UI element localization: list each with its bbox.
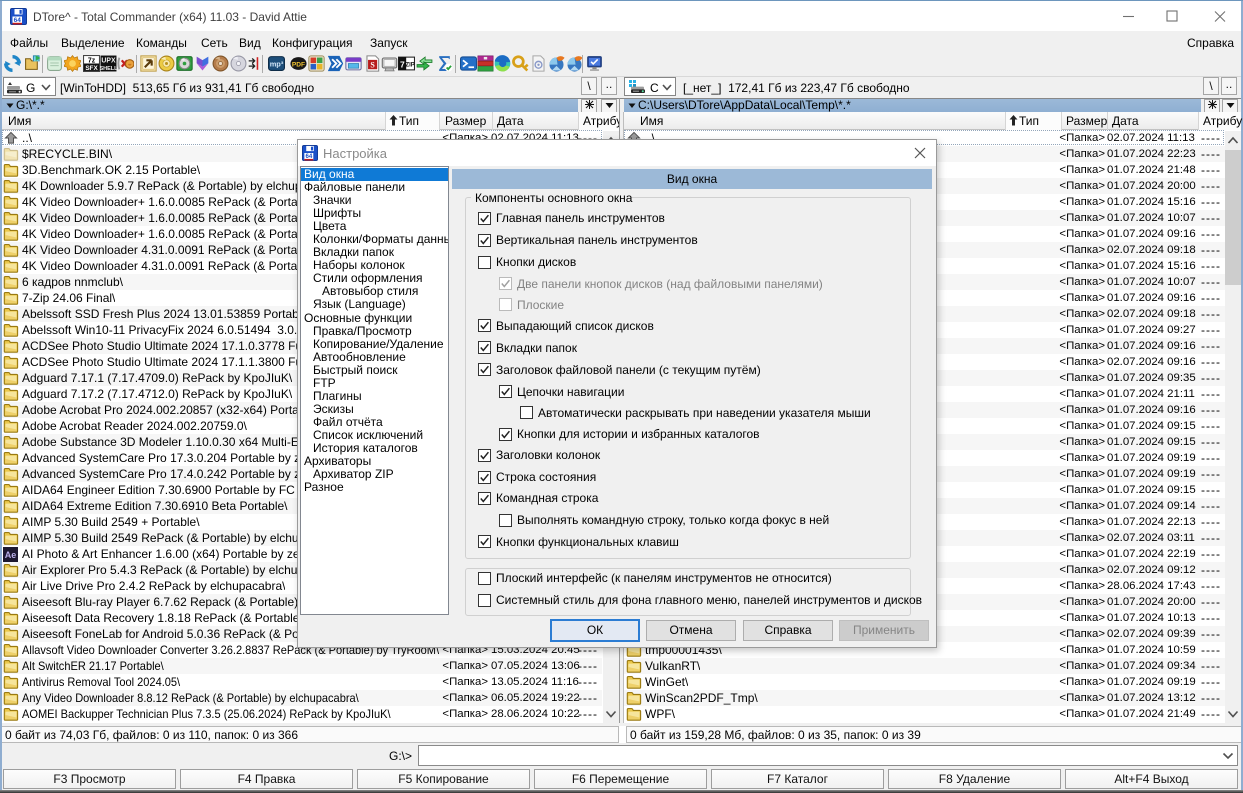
- svg-text:Ae: Ae: [5, 550, 17, 560]
- svg-text:64: 64: [305, 153, 312, 160]
- svg-text:mp³: mp³: [270, 60, 284, 69]
- svg-text:UPX: UPX: [101, 58, 116, 65]
- svg-text:64: 64: [14, 17, 22, 24]
- svg-text:S: S: [370, 61, 375, 70]
- svg-text:SHELL: SHELL: [100, 66, 117, 72]
- svg-text:PDF: PDF: [292, 61, 305, 68]
- svg-text:ZIP: ZIP: [405, 62, 414, 68]
- svg-text:SFX: SFX: [85, 65, 98, 72]
- svg-text:7: 7: [400, 59, 405, 69]
- svg-text:7z: 7z: [88, 57, 96, 64]
